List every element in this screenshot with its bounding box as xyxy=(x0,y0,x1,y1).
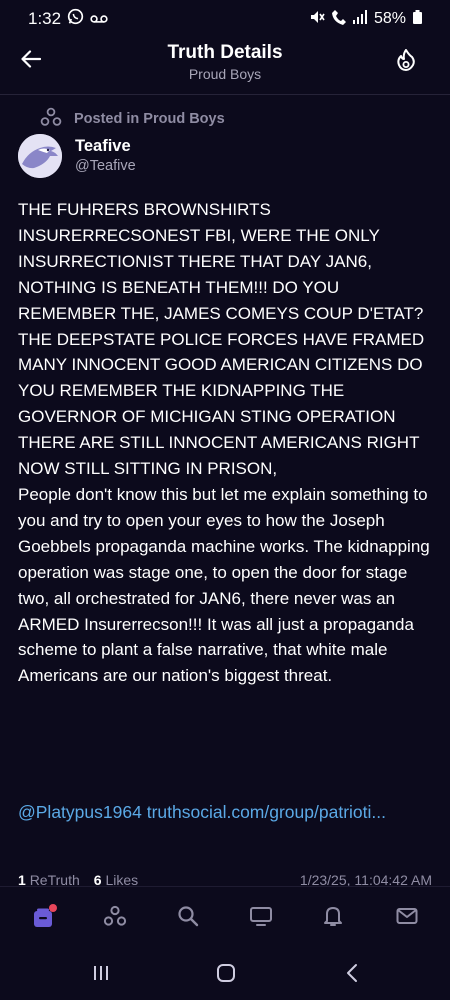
page-subtitle: Proud Boys xyxy=(188,66,262,82)
groups-icon xyxy=(40,107,62,131)
posted-in-group-link[interactable]: Posted in Proud Boys xyxy=(40,107,225,131)
inbox-icon xyxy=(32,904,57,929)
status-bar: 1:32 58% xyxy=(0,0,450,38)
battery-percentage: 58% xyxy=(373,10,406,27)
search-icon xyxy=(177,905,199,932)
post-text: THE FUHRERS BROWNSHIRTS INSURERRECSONEST… xyxy=(18,200,430,686)
flame-icon xyxy=(396,48,416,76)
notification-badge xyxy=(49,904,57,912)
posted-in-label: Posted in Proud Boys xyxy=(74,111,225,127)
header: Truth Details Proud Boys xyxy=(0,38,450,86)
battery-icon xyxy=(413,9,422,29)
recent-apps-button[interactable] xyxy=(90,964,112,986)
page-title: Truth Details xyxy=(167,42,283,63)
nav-tv[interactable] xyxy=(248,905,274,931)
home-icon xyxy=(216,963,236,988)
voicemail-icon xyxy=(90,9,108,29)
notifications-icon xyxy=(323,905,343,932)
back-nav-button[interactable] xyxy=(341,963,363,988)
groups-icon xyxy=(103,905,127,932)
avatar[interactable] xyxy=(18,134,62,178)
mute-icon xyxy=(309,9,325,30)
tv-icon xyxy=(249,905,273,932)
post-author[interactable]: Teafive @Teafive xyxy=(18,134,136,178)
nav-notifications[interactable] xyxy=(320,905,346,931)
nav-groups[interactable] xyxy=(102,905,128,931)
wifi-calling-icon xyxy=(331,9,346,30)
clock: 1:32 xyxy=(28,9,62,28)
post-links: @Platypus1964 truthsocial.com/group/patr… xyxy=(18,799,438,826)
author-handle[interactable]: @Teafive xyxy=(75,156,136,176)
home-button[interactable] xyxy=(215,963,237,988)
recent-apps-icon xyxy=(92,964,110,987)
nav-messages[interactable] xyxy=(394,905,420,931)
eagle-avatar-icon xyxy=(18,134,62,178)
nav-search[interactable] xyxy=(175,905,201,931)
chevron-left-icon xyxy=(345,963,359,988)
bottom-nav xyxy=(0,886,450,951)
group-url-link[interactable]: truthsocial.com/group/patrioti... xyxy=(147,802,386,822)
system-nav-bar xyxy=(0,950,450,1000)
author-display-name[interactable]: Teafive xyxy=(75,136,136,156)
nav-home[interactable] xyxy=(30,904,57,931)
trending-button[interactable] xyxy=(392,48,420,76)
mention-link[interactable]: @Platypus1964 xyxy=(18,802,142,822)
whatsapp-icon xyxy=(67,8,84,30)
header-divider xyxy=(0,94,450,95)
signal-icon xyxy=(352,9,367,29)
messages-icon xyxy=(396,907,418,930)
